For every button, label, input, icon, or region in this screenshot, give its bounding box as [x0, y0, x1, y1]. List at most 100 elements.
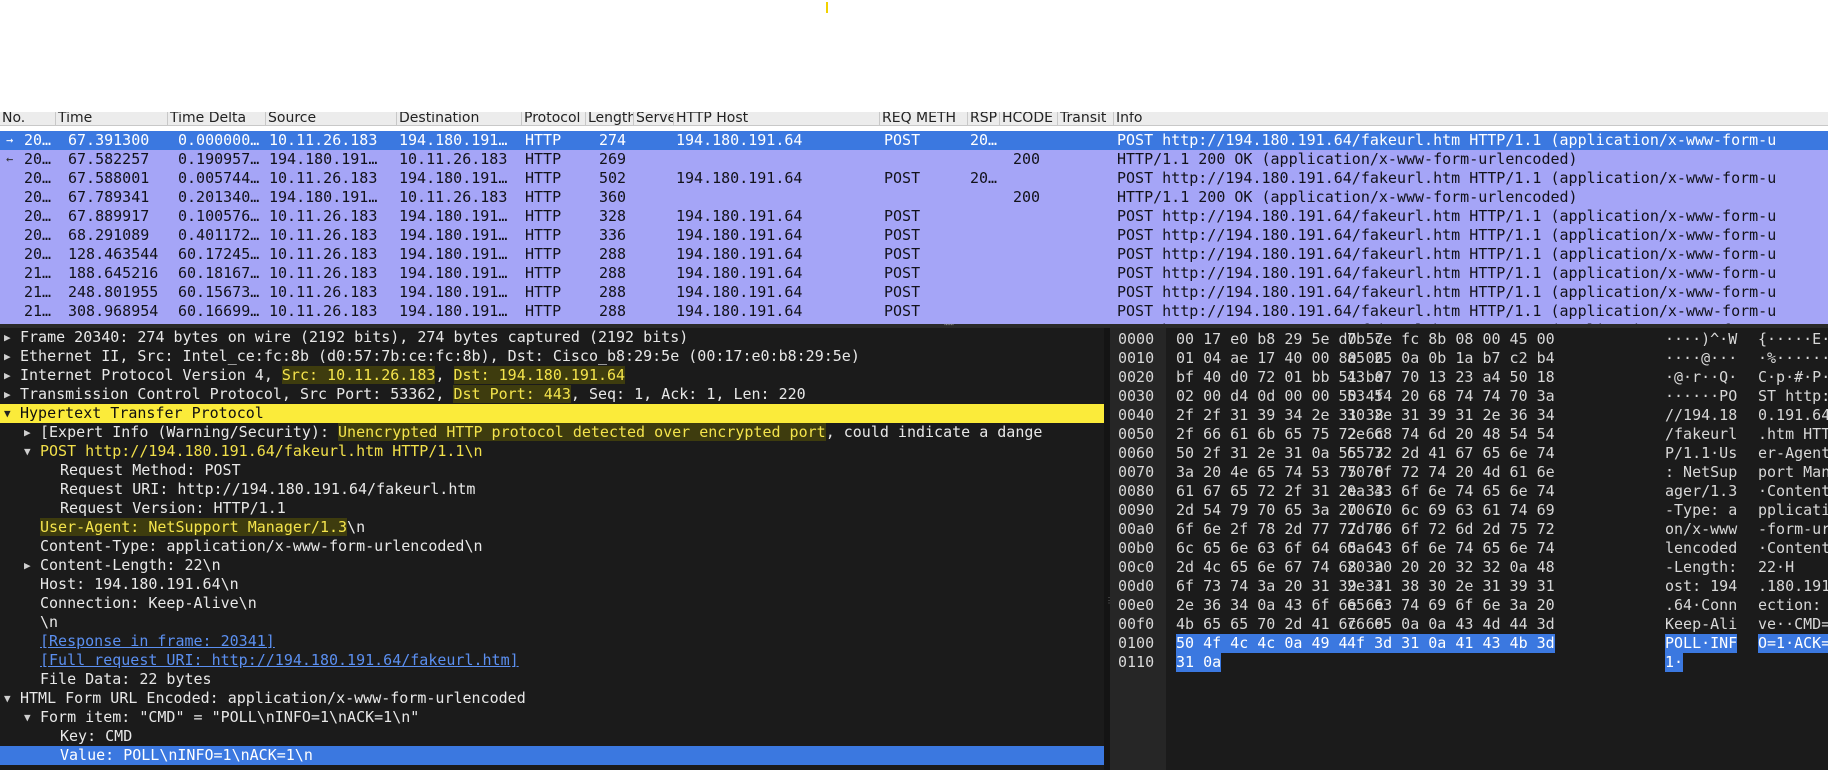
hex-row[interactable]: 0000 00 17 e0 b8 29 5e d0 57 7b ce fc 8b 0…: [1110, 330, 1828, 349]
cell-time: 67.588001: [68, 169, 150, 187]
expand-arrow-icon[interactable]: ▶: [24, 556, 36, 575]
tree-row-form-item[interactable]: ▼ Form item: "CMD" = "POLL\nINFO=1\nACK=…: [0, 708, 1104, 727]
cell-host: 194.180.191.64: [676, 302, 803, 320]
request-arrow-icon: →: [6, 133, 14, 147]
expand-arrow-icon[interactable]: ▶: [4, 366, 16, 385]
hex-row[interactable]: 0100 50 4f 4c 4c 0a 49 4e 46 4f 3d 31 0a 4…: [1110, 634, 1828, 653]
hex-row[interactable]: 0110 31 0a 1·: [1110, 653, 1828, 672]
hex-row[interactable]: 0090 2d 54 79 70 65 3a 20 61 70 70 6c 69 6…: [1110, 501, 1828, 520]
tree-row-http[interactable]: ▼ Hypertext Transfer Protocol: [0, 404, 1104, 423]
column-header-destination[interactable]: Destination: [397, 112, 522, 125]
table-row[interactable]: 20… 68.291089 0.401172… 10.11.26.183 194.180…: [0, 226, 1828, 245]
column-header-protocol[interactable]: Protocol: [522, 112, 586, 125]
hex-row[interactable]: 00c0 2d 4c 65 6e 67 74 68 3a 20 20 20 20 3…: [1110, 558, 1828, 577]
cell-host: 194.180.191.64: [676, 131, 803, 149]
hex-row[interactable]: 0010 01 04 ae 17 40 00 80 06 a5 25 0a 0b 1…: [1110, 349, 1828, 368]
splitter-handle-icon[interactable]: ⋯⋯: [944, 321, 960, 329]
hex-row[interactable]: 0030 02 00 d4 0d 00 00 50 4f 53 54 20 68 7…: [1110, 387, 1828, 406]
cell-rsp: 20…: [970, 131, 998, 149]
expand-arrow-icon[interactable]: ▶: [4, 328, 16, 347]
collapse-arrow-icon[interactable]: ▼: [4, 689, 16, 708]
column-header-no[interactable]: No.: [0, 112, 56, 125]
column-header-info[interactable]: Info: [1114, 112, 1828, 125]
column-header-server[interactable]: Server: [634, 112, 674, 125]
tree-row-host[interactable]: Host: 194.180.191.64\n: [0, 575, 1104, 594]
table-row[interactable]: 20… 67.789341 0.201340… 194.180.191… 10.11.2…: [0, 188, 1828, 207]
tree-row-connection[interactable]: Connection: Keep-Alive\n: [0, 594, 1104, 613]
tree-row-user-agent[interactable]: User-Agent: NetSupport Manager/1.3\n: [0, 518, 1104, 537]
packet-bytes-pane[interactable]: 0000 00 17 e0 b8 29 5e d0 57 7b ce fc 8b 0…: [1110, 328, 1828, 770]
tree-row-file-data[interactable]: File Data: 22 bytes: [0, 670, 1104, 689]
collapse-arrow-icon[interactable]: ▼: [24, 442, 36, 461]
hex-offset: 0040: [1118, 406, 1155, 424]
expand-arrow-icon[interactable]: ▶: [24, 423, 36, 442]
table-row[interactable]: → 20… 67.391300 0.000000… 10.11.26.183 194.18…: [0, 131, 1828, 150]
tree-row-request-method[interactable]: Request Method: POST: [0, 461, 1104, 480]
hex-row[interactable]: 0070 3a 20 4e 65 74 53 75 70 70 6f 72 74 2…: [1110, 463, 1828, 482]
tree-row-request-line[interactable]: ▼ POST http://194.180.191.64/fakeurl.htm…: [0, 442, 1104, 461]
tree-row-content-length[interactable]: ▶ Content-Length: 22\n: [0, 556, 1104, 575]
collapse-arrow-icon[interactable]: ▼: [24, 708, 36, 727]
tree-row-content-type[interactable]: Content-Type: application/x-www-form-url…: [0, 537, 1104, 556]
hex-row[interactable]: 00a0 6f 6e 2f 78 2d 77 77 77 2d 66 6f 72 6…: [1110, 520, 1828, 539]
cell-code: [1013, 131, 1057, 150]
tree-row-full-uri[interactable]: [Full request URI: http://194.180.191.64…: [0, 651, 1104, 670]
tree-row-response-in[interactable]: [Response in frame: 20341]: [0, 632, 1104, 651]
column-header-hcode[interactable]: HCODE: [1000, 112, 1058, 125]
hex-row[interactable]: 00d0 6f 73 74 3a 20 31 39 34 2e 31 38 30 2…: [1110, 577, 1828, 596]
tree-label-request-line: POST http://194.180.191.64/fakeurl.htm H…: [40, 442, 483, 460]
table-row[interactable]: 20… 128.463544 60.17245… 10.11.26.183 194.18…: [0, 245, 1828, 264]
packet-list[interactable]: No. Time Time Delta Source Destination P…: [0, 112, 1828, 324]
hex-row[interactable]: 0080 61 67 65 72 2f 31 2e 33 0a 43 6f 6e 7…: [1110, 482, 1828, 501]
tree-row-ethernet[interactable]: ▶ Ethernet II, Src: Intel_ce:fc:8b (d0:5…: [0, 347, 1104, 366]
tree-row-form-encoded[interactable]: ▼ HTML Form URL Encoded: application/x-w…: [0, 689, 1104, 708]
tree-row-blank-line[interactable]: \n: [0, 613, 1104, 632]
hex-offset: 00f0: [1118, 615, 1155, 633]
hex-row[interactable]: 0060 50 2f 31 2e 31 0a 55 73 65 72 2d 41 6…: [1110, 444, 1828, 463]
column-header-source[interactable]: Source: [266, 112, 397, 125]
hex-row[interactable]: 0050 2f 66 61 6b 65 75 72 6c 2e 68 74 6d 2…: [1110, 425, 1828, 444]
table-row[interactable]: 20… 67.889917 0.100576… 10.11.26.183 194.180…: [0, 207, 1828, 226]
column-header-time[interactable]: Time: [56, 112, 168, 125]
tree-row-request-version[interactable]: Request Version: HTTP/1.1: [0, 499, 1104, 518]
cell-proto: HTTP: [525, 188, 562, 206]
table-row[interactable]: 21… 308.968954 60.16699… 10.11.26.183 194.18…: [0, 302, 1828, 321]
hex-ascii: port Man: [1758, 463, 1828, 481]
cell-meth: POST: [884, 207, 921, 225]
column-header-rsp[interactable]: RSP: [968, 112, 1000, 125]
table-row[interactable]: 21… 188.645216 60.18167… 10.11.26.183 194.18…: [0, 264, 1828, 283]
cell-code: [1013, 245, 1057, 264]
hex-offset: 0050: [1118, 425, 1155, 443]
packet-details-pane[interactable]: ▶ Frame 20340: 274 bytes on wire (2192 b…: [0, 328, 1104, 770]
splitter-handle-icon[interactable]: ⋮: [1105, 597, 1113, 614]
column-header-transit[interactable]: Transit: [1058, 112, 1114, 125]
response-in-frame-link[interactable]: [Response in frame: 20341]: [40, 632, 275, 651]
hex-row[interactable]: 00e0 2e 36 34 0a 43 6f 6e 6e 65 63 74 69 6…: [1110, 596, 1828, 615]
full-request-uri-link[interactable]: [Full request URI: http://194.180.191.64…: [40, 651, 519, 670]
expand-arrow-icon[interactable]: ▶: [4, 385, 16, 404]
column-header-length[interactable]: Length: [586, 112, 634, 125]
hex-row[interactable]: 0040 2f 2f 31 39 34 2e 31 38 30 2e 31 39 3…: [1110, 406, 1828, 425]
table-row[interactable]: 20… 67.588001 0.005744… 10.11.26.183 194.180…: [0, 169, 1828, 188]
tree-row-value[interactable]: Value: POLL\nINFO=1\nACK=1\n: [0, 746, 1104, 765]
column-header-req-meth[interactable]: REQ METH: [880, 112, 968, 125]
packet-list-header: No. Time Time Delta Source Destination P…: [0, 112, 1828, 126]
expand-arrow-icon[interactable]: ▶: [4, 347, 16, 366]
collapse-arrow-icon[interactable]: ▼: [4, 404, 16, 423]
tree-label-key: Key: CMD: [60, 727, 133, 745]
hex-row[interactable]: 00f0 4b 65 65 70 2d 41 6c 69 76 65 0a 0a 4…: [1110, 615, 1828, 634]
tree-row-expert-info[interactable]: ▶ [Expert Info (Warning/Security): Unenc…: [0, 423, 1104, 442]
tree-row-tcp[interactable]: ▶ Transmission Control Protocol, Src Por…: [0, 385, 1104, 404]
column-header-time-delta[interactable]: Time Delta: [168, 112, 266, 125]
tree-row-ipv4[interactable]: ▶ Internet Protocol Version 4, Src: 10.1…: [0, 366, 1104, 385]
tree-row-frame[interactable]: ▶ Frame 20340: 274 bytes on wire (2192 b…: [0, 328, 1104, 347]
tree-row-key[interactable]: Key: CMD: [0, 727, 1104, 746]
tree-row-request-uri[interactable]: Request URI: http://194.180.191.64/fakeu…: [0, 480, 1104, 499]
hex-row[interactable]: 0020 bf 40 d0 72 01 bb 51 b0 43 a7 70 13 2…: [1110, 368, 1828, 387]
text-cursor: [826, 2, 828, 13]
table-row[interactable]: 21… 248.801955 60.15673… 10.11.26.183 194.18…: [0, 283, 1828, 302]
column-header-http-host[interactable]: HTTP Host: [674, 112, 880, 125]
hex-row[interactable]: 00b0 6c 65 6e 63 6f 64 65 64 0a 43 6f 6e 7…: [1110, 539, 1828, 558]
table-row[interactable]: ← 20… 67.582257 0.190957… 194.180.191… 10.11.…: [0, 150, 1828, 169]
cell-delta: 60.16699…: [178, 302, 260, 320]
